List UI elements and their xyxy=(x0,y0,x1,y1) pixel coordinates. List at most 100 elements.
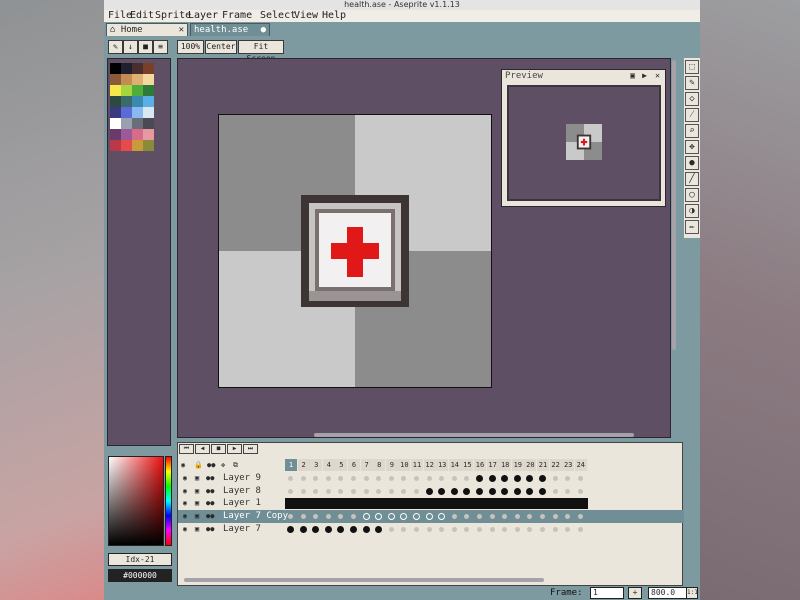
cel[interactable] xyxy=(549,498,564,510)
cel[interactable] xyxy=(424,524,435,535)
preview-panel[interactable]: Preview ▣ ▶ ✕ xyxy=(501,69,666,207)
frame-number[interactable]: 12 xyxy=(423,459,436,471)
cel[interactable] xyxy=(423,498,438,510)
cel[interactable] xyxy=(449,524,460,535)
cel[interactable] xyxy=(398,511,409,522)
lock-icon[interactable]: ▣ xyxy=(193,512,201,520)
cel[interactable] xyxy=(511,498,526,510)
cel[interactable] xyxy=(323,473,334,484)
lock-icon[interactable]: 🔒 xyxy=(194,459,203,471)
cel[interactable] xyxy=(411,486,422,497)
last-frame-icon[interactable]: ⏭ xyxy=(243,444,258,454)
lock-icon[interactable]: ▣ xyxy=(193,487,201,495)
palette-swatch[interactable] xyxy=(110,96,121,107)
frame-number[interactable]: 16 xyxy=(474,459,486,471)
square-brush-icon[interactable]: ■ xyxy=(138,40,153,54)
eye-icon[interactable]: ◉ xyxy=(181,525,189,533)
frame-number[interactable]: 14 xyxy=(448,459,461,471)
cel[interactable] xyxy=(310,473,321,484)
cel[interactable] xyxy=(474,524,485,535)
cel[interactable] xyxy=(361,511,372,522)
frame-number[interactable]: 13 xyxy=(436,459,449,471)
frame-number[interactable]: 21 xyxy=(537,459,549,471)
cel[interactable] xyxy=(436,524,447,535)
cel[interactable] xyxy=(461,511,472,522)
palette-swatch[interactable] xyxy=(110,129,121,140)
play-icon[interactable]: ▶ xyxy=(642,71,647,80)
cel[interactable] xyxy=(499,524,510,535)
eye-icon[interactable]: ◉ xyxy=(181,474,189,482)
menu-sprite[interactable]: Sprite xyxy=(155,10,191,22)
palette-swatch[interactable] xyxy=(121,74,132,85)
cel[interactable] xyxy=(487,473,498,484)
cel[interactable] xyxy=(524,473,535,484)
layer-name[interactable]: Layer 7 xyxy=(223,523,261,536)
timeline-scrollbar[interactable] xyxy=(184,578,544,582)
palette-swatch[interactable] xyxy=(110,85,121,96)
cel[interactable] xyxy=(398,498,412,510)
cel[interactable] xyxy=(575,524,586,535)
menu-layer[interactable]: Layer xyxy=(188,10,218,22)
cel[interactable] xyxy=(537,498,551,510)
frame-number[interactable]: 17 xyxy=(486,459,499,471)
cel[interactable] xyxy=(537,486,548,497)
continuous-icon[interactable]: ●● xyxy=(206,474,214,482)
next-frame-icon[interactable]: ▶ xyxy=(227,444,242,454)
palette-swatch[interactable] xyxy=(143,85,154,96)
onion-skin-icon[interactable]: ✥ xyxy=(221,459,225,471)
eyedropper-icon[interactable]: ⁄ xyxy=(685,108,699,122)
cel[interactable] xyxy=(285,524,296,535)
palette-swatch[interactable] xyxy=(110,63,121,74)
blur-icon[interactable]: ✏ xyxy=(685,220,699,234)
cel[interactable] xyxy=(474,473,485,484)
cel[interactable] xyxy=(524,498,538,510)
layer-name[interactable]: Layer 9 xyxy=(223,472,261,485)
cel[interactable] xyxy=(348,524,359,535)
restore-icon[interactable]: ▣ xyxy=(630,71,635,80)
color-index-field[interactable]: Idx-21 xyxy=(108,553,172,566)
cel[interactable] xyxy=(398,486,409,497)
cel[interactable] xyxy=(310,498,324,510)
cel[interactable] xyxy=(461,486,472,497)
modified-dot-icon[interactable]: ● xyxy=(261,24,266,37)
cel[interactable] xyxy=(361,486,372,497)
palette-swatch[interactable] xyxy=(121,107,132,118)
one-to-one-icon[interactable]: 1:1 xyxy=(686,587,698,599)
cel[interactable] xyxy=(373,473,384,484)
cel[interactable] xyxy=(373,498,387,510)
layer-name[interactable]: Layer 7 Copy xyxy=(223,510,288,523)
marquee-icon[interactable]: ⬚ xyxy=(685,60,699,74)
lock-icon[interactable]: ▣ xyxy=(193,499,201,507)
cel[interactable] xyxy=(524,524,535,535)
cel[interactable] xyxy=(512,524,523,535)
cel[interactable] xyxy=(550,511,561,522)
eye-icon[interactable]: ◉ xyxy=(181,512,189,520)
contour-icon[interactable]: ◑ xyxy=(685,204,699,218)
cel[interactable] xyxy=(499,511,510,522)
cel[interactable] xyxy=(373,511,384,522)
menu-help[interactable]: Help xyxy=(322,10,346,22)
palette-swatch[interactable] xyxy=(143,63,154,74)
palette-swatch[interactable] xyxy=(110,118,121,129)
tab-home[interactable]: ⌂ Home ✕ xyxy=(106,23,188,36)
cel[interactable] xyxy=(411,498,425,510)
eye-icon[interactable]: ◉ xyxy=(181,487,189,495)
fill-icon[interactable]: ● xyxy=(685,156,699,170)
cel[interactable] xyxy=(285,486,296,497)
cel[interactable] xyxy=(348,486,359,497)
eye-icon[interactable]: ◉ xyxy=(181,499,189,507)
cel[interactable] xyxy=(448,498,463,510)
pencil-icon[interactable]: ✎ xyxy=(685,76,699,90)
palette-swatch[interactable] xyxy=(143,118,154,129)
palette-swatch[interactable] xyxy=(121,140,132,151)
cel[interactable] xyxy=(524,511,535,522)
cel[interactable] xyxy=(436,473,447,484)
frame-number[interactable]: 3 xyxy=(310,459,323,471)
palette-swatch[interactable] xyxy=(132,74,143,85)
prev-frame-icon[interactable]: ◀ xyxy=(195,444,210,454)
cel[interactable] xyxy=(323,524,334,535)
frame-number[interactable]: 1 xyxy=(285,459,297,471)
cel[interactable] xyxy=(335,473,346,484)
cel[interactable] xyxy=(575,473,586,484)
palette-swatch[interactable] xyxy=(121,118,132,129)
